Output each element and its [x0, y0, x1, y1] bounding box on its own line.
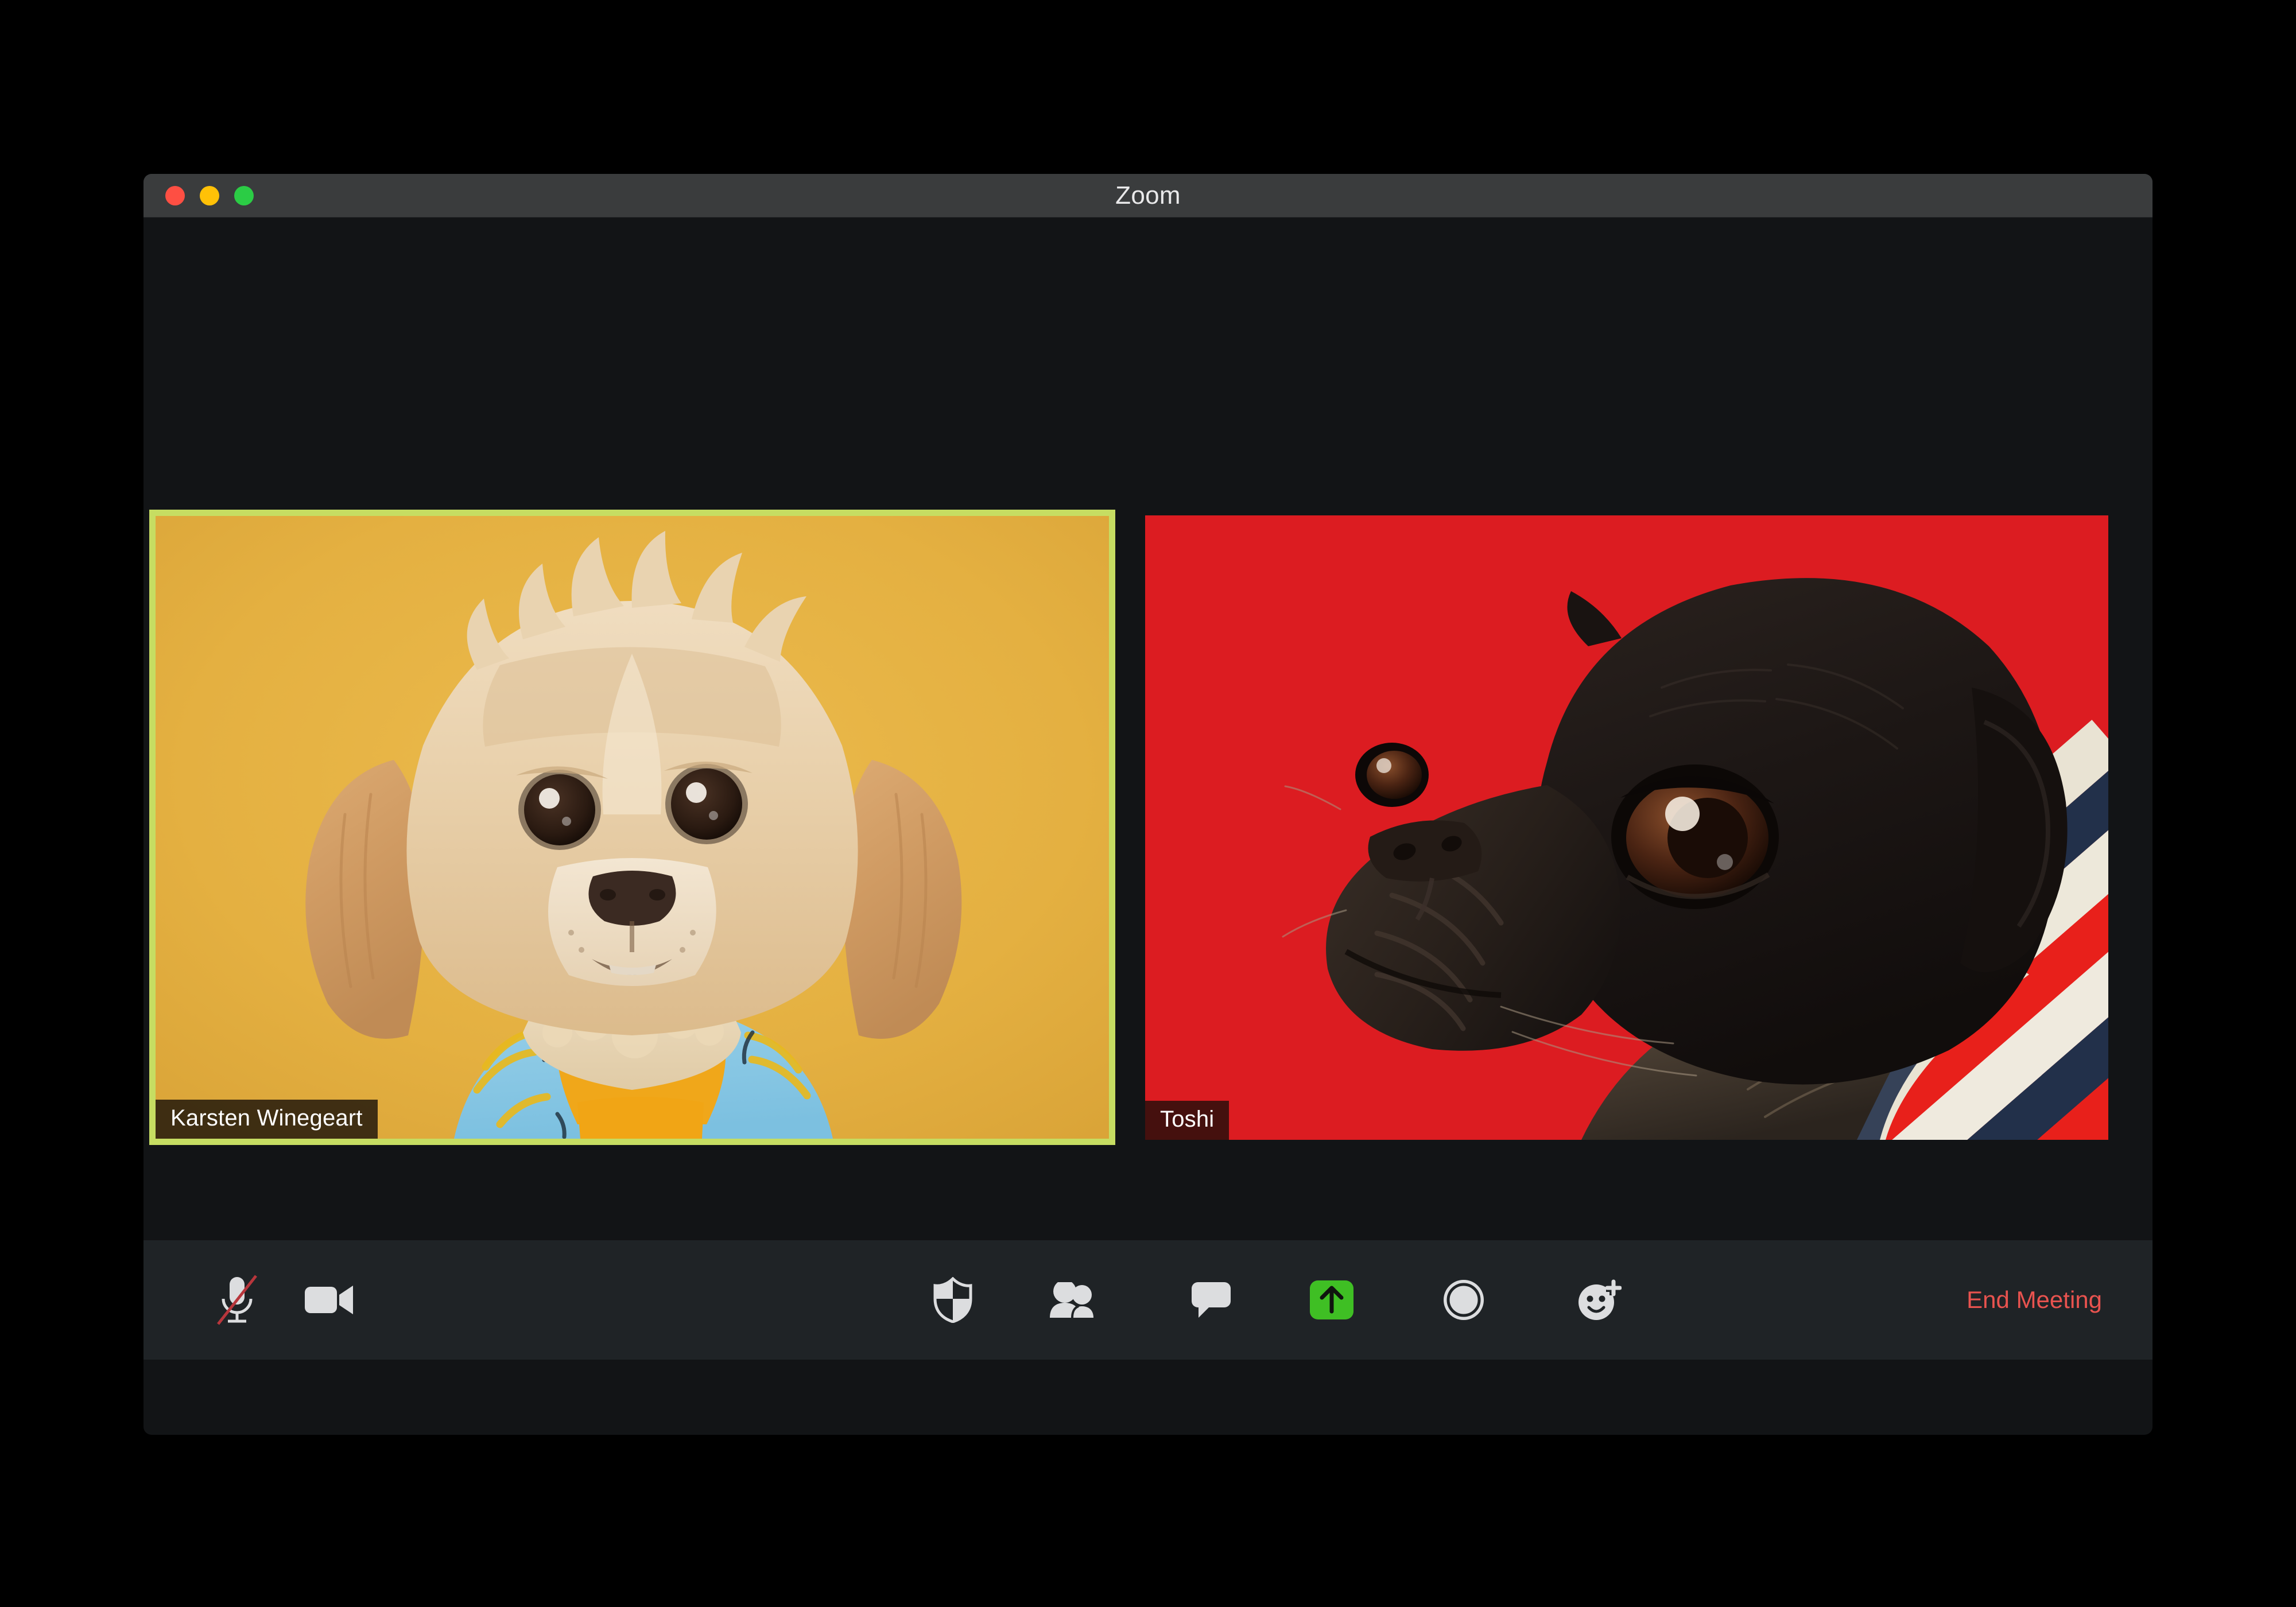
end-meeting-button[interactable]: End Meeting: [1961, 1278, 2108, 1322]
chat-button[interactable]: [1168, 1257, 1254, 1343]
reactions-button[interactable]: [1556, 1257, 1642, 1343]
mute-button[interactable]: [194, 1257, 280, 1343]
security-button[interactable]: [910, 1257, 996, 1343]
video-button[interactable]: [287, 1257, 373, 1343]
shield-icon: [933, 1277, 973, 1323]
smiley-plus-icon: [1576, 1278, 1622, 1322]
close-window-button[interactable]: [165, 185, 185, 205]
participant-video-karsten-winegeart: [156, 516, 1109, 1139]
participant-name-label: Toshi: [1145, 1101, 1230, 1140]
participant-video-toshi: [1145, 515, 2108, 1140]
record-circle-icon: [1442, 1278, 1486, 1322]
traffic-light-buttons: [165, 185, 254, 205]
title-bar[interactable]: Zoom: [144, 174, 2152, 218]
participant-name-label: Karsten Winegeart: [156, 1100, 378, 1139]
video-tile-karsten-winegeart[interactable]: Karsten Winegeart: [149, 510, 1115, 1145]
participants-icon: [1049, 1282, 1098, 1318]
zoom-window: Zoom Karsten Winegeart Toshi End Meeting: [144, 174, 2152, 1435]
maximize-window-button[interactable]: [234, 185, 254, 205]
participants-button[interactable]: [1030, 1257, 1116, 1343]
record-button[interactable]: [1421, 1257, 1507, 1343]
video-stage: Karsten Winegeart Toshi End Meeting: [144, 218, 2152, 1360]
video-camera-icon: [304, 1282, 356, 1318]
share-screen-button[interactable]: [1289, 1257, 1375, 1343]
video-tile-toshi[interactable]: Toshi: [1145, 515, 2108, 1140]
chat-bubble-icon: [1190, 1281, 1232, 1319]
share-screen-arrow-icon: [1309, 1280, 1354, 1320]
window-title: Zoom: [1115, 181, 1181, 209]
meeting-toolbar: End Meeting: [144, 1240, 2152, 1360]
minimize-window-button[interactable]: [200, 185, 219, 205]
microphone-muted-icon: [212, 1274, 262, 1326]
